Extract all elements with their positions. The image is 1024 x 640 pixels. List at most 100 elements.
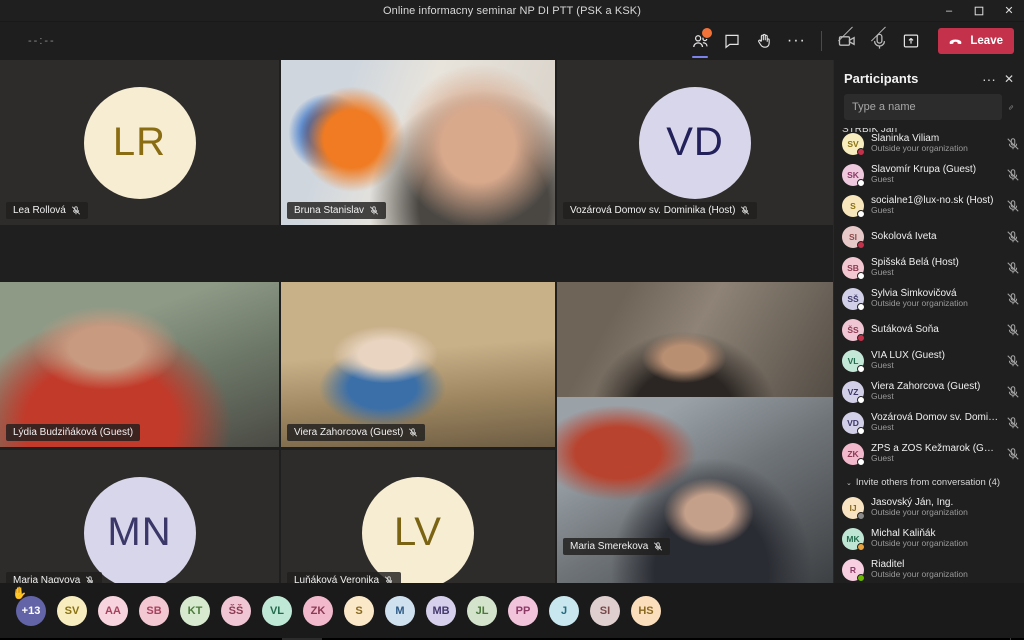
participant-subtitle: Outside your organization [871,539,968,549]
mic-off-icon[interactable] [1006,354,1020,368]
tile-participant-name: Bruna Stanislav [294,205,365,216]
mic-off-icon[interactable] [1006,137,1020,151]
video-tile[interactable]: Maria Smerekova [557,397,833,583]
video-tile[interactable]: Viera Zahorcova (Guest) [281,282,555,447]
search-input[interactable] [844,94,1002,120]
invite-row[interactable]: MK Michal Kaliňák Outside your organizat… [842,523,1020,554]
window-title-bar: Online informacny seminar NP DI PTT (PSK… [0,0,1024,22]
invite-row[interactable]: R Riaditel Outside your organization [842,554,1020,583]
chevron-down-icon: ⌄ [846,479,852,487]
tile-participant-name: Maria Smerekova [570,541,649,552]
avatar: SŠ [842,287,865,311]
roster-avatar[interactable]: KT [180,595,210,626]
participant-row[interactable]: VZ Viera Zahorcova (Guest) Guest [842,376,1020,407]
presence-badge [857,209,865,218]
presence-badge [857,240,865,249]
mic-off-icon[interactable] [1006,168,1020,182]
roster-avatar[interactable]: SI [590,595,620,626]
show-participants-button[interactable] [685,26,715,58]
roster-overflow-avatar[interactable]: ✋ +13 [12,586,46,626]
more-actions-glyph: ··· [786,32,806,49]
participant-info: Slaninka Viliam ŠTRBÍK Ján Outside your … [842,128,999,154]
participant-subtitle: Guest [871,175,894,185]
close-button[interactable]: ✕ [994,0,1024,22]
invite-row[interactable]: IJ Jasovský Ján, Ing. Outside your organ… [842,492,1020,523]
participant-name: Sokolová Iveta [871,230,937,242]
roster-avatar[interactable]: HS [631,595,661,626]
raise-hand-button[interactable] [749,26,779,56]
invite-section-header[interactable]: ⌄ Invite others from conversation (4) [842,469,1020,492]
roster-avatar[interactable]: MB [426,595,456,626]
raised-hand-icon: ✋ [12,585,27,600]
video-tile[interactable]: VD Vozárová Domov sv. Dominika (Host) [557,60,833,225]
show-conversation-button[interactable] [717,26,747,56]
mic-off-icon[interactable] [1006,385,1020,399]
roster-avatar-initials: KT [187,604,203,617]
avatar-initials: SŠ [847,293,859,304]
participant-row[interactable]: VD Vozárová Domov sv. Dominik... Guest [842,407,1020,438]
video-tile[interactable]: LR Lea Rollová [0,60,279,225]
participant-subtitle: Guest [871,454,894,464]
leave-button[interactable]: Leave [938,28,1014,54]
tile-background [557,397,833,583]
participant-info: Riaditel Outside your organization [871,559,1020,580]
teams-meeting-window: Online informacny seminar NP DI PTT (PSK… [0,0,1024,640]
share-invite-link-icon[interactable] [1008,100,1014,115]
more-actions-button[interactable]: ··· [781,26,811,56]
participant-row[interactable]: SV Slaninka Viliam ŠTRBÍK Ján Outside yo… [842,128,1020,159]
share-screen-button[interactable] [896,26,926,56]
roster-avatar[interactable]: JL [467,595,497,626]
mic-off-icon[interactable] [1006,323,1020,337]
microphone-toggle-button[interactable] [864,26,894,56]
camera-toggle-button[interactable] [832,26,862,56]
participant-row[interactable]: VL VIA LUX (Guest) Guest [842,345,1020,376]
video-tile[interactable]: Lýdia Budziňáková (Guest) [0,282,279,447]
participant-row[interactable]: ŠS Šutáková Soňa [842,314,1020,345]
participant-row[interactable]: SI Sokolová Iveta [842,221,1020,252]
roster-avatar[interactable]: M [385,595,415,626]
mic-off-icon[interactable] [1006,416,1020,430]
mic-off-icon[interactable] [1006,292,1020,306]
presence-badge [857,573,865,582]
avatar-initials: MK [846,533,860,544]
roster-avatar-initials: JL [475,604,489,617]
participant-row[interactable]: SK Slavomír Krupa (Guest) Guest [842,159,1020,190]
roster-avatar-initials: VL [269,604,285,617]
participant-name: socialne1@lux-no.sk (Host) [871,194,994,206]
roster-avatar[interactable]: ZK [303,595,333,626]
roster-avatar[interactable]: SV [57,595,87,626]
roster-avatar[interactable]: VL [262,595,292,626]
participant-row[interactable]: S socialne1@lux-no.sk (Host) Guest [842,190,1020,221]
tile-name-bar: Lea Rollová [6,202,88,219]
video-tile[interactable]: Bruna Stanislav [281,60,555,225]
avatar-initials: SB [847,262,859,273]
participant-subtitle: Outside your organization [871,508,968,518]
roster-avatar[interactable]: AA [98,595,128,626]
mic-off-icon[interactable] [1006,230,1020,244]
roster-avatar[interactable]: S [344,595,374,626]
presence-badge [857,333,865,342]
mic-off-icon[interactable] [1006,199,1020,213]
mic-off-icon[interactable] [1006,447,1020,461]
roster-avatar[interactable]: PP [508,595,538,626]
maximize-button[interactable] [964,0,994,22]
roster-avatar[interactable]: J [549,595,579,626]
mic-off-icon[interactable] [1006,261,1020,275]
participants-close-button[interactable]: ✕ [1004,73,1014,85]
tile-participant-name: Viera Zahorcova (Guest) [294,427,404,438]
participants-more-button[interactable]: ··· [982,72,996,86]
roster-avatar-initials: SB [146,604,162,617]
roster-avatar[interactable]: ŠŠ [221,595,251,626]
roster-avatar[interactable]: SB [139,595,169,626]
participant-row[interactable]: ZK ZPS a ZOS Kežmarok (Guest) Guest [842,438,1020,469]
participant-info: ZPS a ZOS Kežmarok (Guest) Guest [871,443,999,464]
participant-row[interactable]: SB Spišská Belá (Host) Guest [842,252,1020,283]
tile-background [281,60,555,225]
roster-avatar-initials: PP [515,604,531,617]
participant-row[interactable]: SŠ Sylvia Šimkovičová Outside your organ… [842,283,1020,314]
tile-name-bar: Vozárová Domov sv. Dominika (Host) [563,202,758,219]
participant-info: Sylvia Šimkovičová Outside your organiza… [871,288,999,309]
avatar: SK [842,163,865,187]
tile-name-bar: Bruna Stanislav [287,202,387,219]
minimize-button[interactable]: – [934,0,964,22]
